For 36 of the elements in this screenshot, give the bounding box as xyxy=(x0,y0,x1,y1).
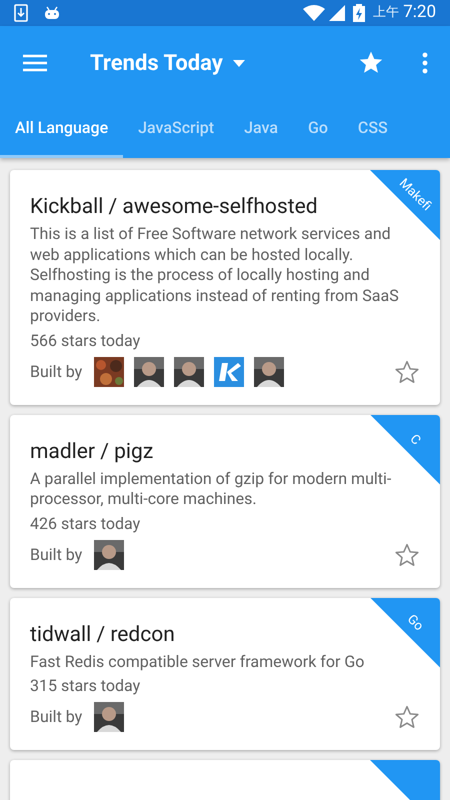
clock: 7:20 xyxy=(403,1,436,24)
language-tab[interactable]: All Language xyxy=(0,100,124,158)
repo-title[interactable]: Kickball / awesome-selfhosted xyxy=(30,194,318,220)
time-period: 上午 xyxy=(373,4,400,22)
repo-card[interactable] xyxy=(10,170,440,404)
stars-today: 566 stars today xyxy=(30,330,142,350)
repo-description: Fast Redis compatible server framework for Go xyxy=(30,652,366,672)
language-tab[interactable]: JavaScript xyxy=(123,100,230,158)
language-tab[interactable]: Java xyxy=(229,100,293,158)
built-by-label: Built by xyxy=(30,706,82,728)
repo-title[interactable]: madler / pigz xyxy=(30,438,154,464)
language-label: C xyxy=(407,432,423,448)
built-by-label: Built by xyxy=(30,544,82,566)
download-icon xyxy=(14,4,28,22)
wifi-icon xyxy=(303,5,326,21)
stars-today: 426 stars today xyxy=(30,514,142,534)
star-icon[interactable] xyxy=(394,358,420,384)
more-icon[interactable] xyxy=(422,52,428,74)
repo-description: A parallel implementation of gzip for modern multi-processor, multi-core machines. xyxy=(30,468,392,510)
android-icon xyxy=(44,6,60,20)
language-tab[interactable]: CSS xyxy=(342,100,403,158)
title-dropdown[interactable]: Trends Today xyxy=(90,46,245,80)
repo-description: This is a list of Free Software network services and web applications which can be hosted locally. Selfhosting is the process of locally hosting and managing applications instead of renting from SaaS providers. xyxy=(30,224,400,326)
caret-icon xyxy=(232,60,245,66)
signal-icon xyxy=(329,5,346,21)
repo-card[interactable]: C madler / pigz A parallel implementation of gzip for modern multi-processor, multi-core machines. 426 stars today Built by xyxy=(10,414,440,588)
repo-title[interactable]: tidwall / redcon xyxy=(30,622,175,648)
star-icon[interactable] xyxy=(394,704,420,730)
menu-icon[interactable] xyxy=(22,54,48,72)
star-icon[interactable] xyxy=(394,542,420,568)
repo-card[interactable]: Go tidwall / redcon Fast Redis compatible server framework for Go 315 stars today Built by xyxy=(10,598,440,750)
language-label: Go xyxy=(404,612,426,633)
built-by-label: Built by xyxy=(30,360,82,382)
stars-today: 315 stars today xyxy=(30,676,142,696)
language-tab[interactable]: Go xyxy=(292,100,343,158)
battery-icon xyxy=(353,4,366,22)
